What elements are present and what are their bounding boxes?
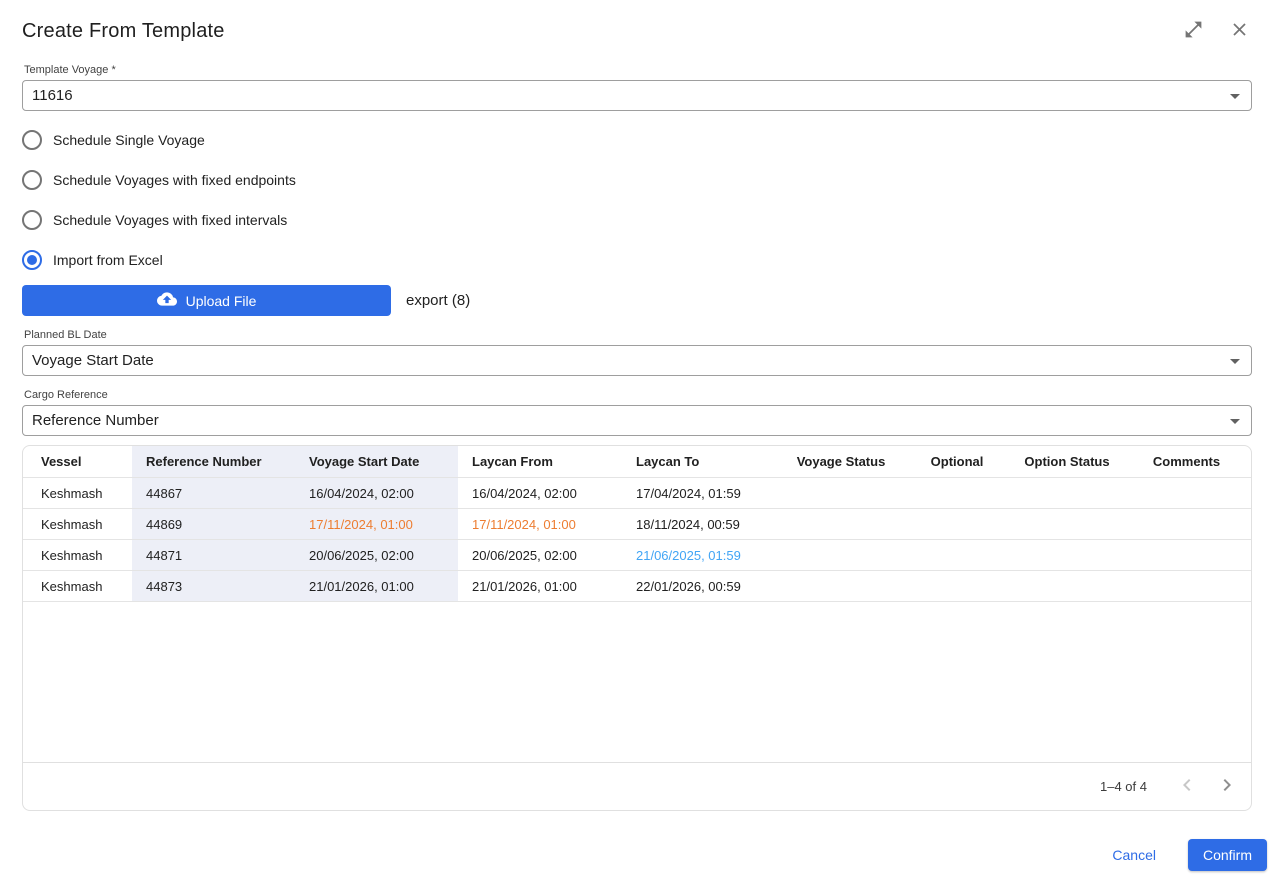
chevron-down-icon: [1230, 94, 1240, 99]
header-actions: [1180, 18, 1252, 44]
cell-vessel: Keshmash: [23, 571, 132, 601]
cell-laycan-from: 17/11/2024, 01:00: [458, 509, 622, 539]
confirm-button[interactable]: Confirm: [1188, 839, 1267, 871]
chevron-down-icon: [1230, 419, 1240, 424]
radio-icon: [22, 130, 42, 150]
radio-schedule-single-voyage[interactable]: Schedule Single Voyage: [22, 120, 1252, 160]
cell-reference-number: 44873: [132, 571, 295, 601]
cell-laycan-to: 21/06/2025, 01:59: [622, 540, 780, 570]
radio-label: Import from Excel: [53, 252, 163, 268]
cell-reference-number: 44869: [132, 509, 295, 539]
schedule-mode-radio-group: Schedule Single Voyage Schedule Voyages …: [22, 120, 1252, 280]
cell-optional: [902, 540, 1012, 570]
cell-comments: [1122, 540, 1251, 570]
table-row[interactable]: Keshmash 44869 17/11/2024, 01:00 17/11/2…: [23, 509, 1251, 540]
cell-reference-number: 44871: [132, 540, 295, 570]
radio-label: Schedule Voyages with fixed intervals: [53, 212, 287, 228]
cell-reference-number: 44867: [132, 478, 295, 508]
cell-option-status: [1012, 478, 1122, 508]
dialog-footer: Cancel Confirm: [22, 839, 1267, 871]
cell-voyage-start-date: 21/01/2026, 01:00: [295, 571, 458, 601]
template-voyage-value: 11616: [32, 87, 73, 104]
chevron-down-icon: [1230, 359, 1240, 364]
cargo-reference-value: Reference Number: [32, 412, 159, 429]
chevron-left-icon: [1175, 773, 1199, 800]
cell-laycan-from: 20/06/2025, 02:00: [458, 540, 622, 570]
planned-bl-date-label: Planned BL Date: [24, 329, 1252, 341]
cell-comments: [1122, 509, 1251, 539]
cell-option-status: [1012, 540, 1122, 570]
cargo-reference-select[interactable]: Reference Number: [22, 405, 1252, 436]
column-header-voyage-status[interactable]: Voyage Status: [780, 446, 902, 477]
pagination-range-label: 1–4 of 4: [1100, 779, 1147, 794]
radio-schedule-fixed-endpoints[interactable]: Schedule Voyages with fixed endpoints: [22, 160, 1252, 200]
table-row[interactable]: Keshmash 44867 16/04/2024, 02:00 16/04/2…: [23, 478, 1251, 509]
cell-optional: [902, 509, 1012, 539]
column-header-option-status[interactable]: Option Status: [1012, 446, 1122, 477]
radio-import-from-excel[interactable]: Import from Excel: [22, 240, 1252, 280]
table-row[interactable]: Keshmash 44871 20/06/2025, 02:00 20/06/2…: [23, 540, 1251, 571]
close-button[interactable]: [1226, 18, 1252, 44]
close-icon: [1229, 19, 1250, 43]
cell-voyage-status: [780, 478, 902, 508]
chevron-right-icon: [1215, 773, 1239, 800]
cell-laycan-to: 22/01/2026, 00:59: [622, 571, 780, 601]
table-row[interactable]: Keshmash 44873 21/01/2026, 01:00 21/01/2…: [23, 571, 1251, 602]
pagination-next-button[interactable]: [1213, 773, 1241, 801]
cargo-reference-label: Cargo Reference: [24, 389, 1252, 401]
column-header-laycan-from[interactable]: Laycan From: [458, 446, 622, 477]
expand-button[interactable]: [1180, 18, 1206, 44]
cell-vessel: Keshmash: [23, 509, 132, 539]
expand-icon: [1183, 19, 1204, 43]
column-header-laycan-to[interactable]: Laycan To: [622, 446, 780, 477]
upload-file-button[interactable]: Upload File: [22, 285, 391, 316]
export-filename-text: export (8): [406, 292, 470, 309]
radio-icon: [22, 170, 42, 190]
template-voyage-select[interactable]: 11616: [22, 80, 1252, 111]
pagination-prev-button[interactable]: [1173, 773, 1201, 801]
create-from-template-dialog: Create From Template Template Voyage * 1…: [0, 0, 1274, 886]
radio-label: Schedule Voyages with fixed endpoints: [53, 172, 296, 188]
column-header-voyage-start-date[interactable]: Voyage Start Date: [295, 446, 458, 477]
cell-option-status: [1012, 509, 1122, 539]
cell-voyage-start-date: 20/06/2025, 02:00: [295, 540, 458, 570]
cell-voyage-start-date: 16/04/2024, 02:00: [295, 478, 458, 508]
voyages-table: Vessel Reference Number Voyage Start Dat…: [22, 445, 1252, 811]
template-voyage-label: Template Voyage *: [24, 64, 1252, 76]
planned-bl-date-select[interactable]: Voyage Start Date: [22, 345, 1252, 376]
page-title: Create From Template: [22, 20, 225, 43]
upload-row: Upload File export (8): [22, 285, 1252, 316]
column-header-vessel[interactable]: Vessel: [23, 446, 132, 477]
radio-icon: [22, 210, 42, 230]
cell-laycan-to: 17/04/2024, 01:59: [622, 478, 780, 508]
cell-option-status: [1012, 571, 1122, 601]
radio-label: Schedule Single Voyage: [53, 132, 205, 148]
cloud-upload-icon: [157, 289, 177, 312]
cell-laycan-from: 16/04/2024, 02:00: [458, 478, 622, 508]
cell-voyage-status: [780, 540, 902, 570]
table-header-row: Vessel Reference Number Voyage Start Dat…: [23, 446, 1251, 478]
cancel-button[interactable]: Cancel: [1106, 843, 1162, 867]
cell-optional: [902, 571, 1012, 601]
planned-bl-date-value: Voyage Start Date: [32, 352, 154, 369]
table-empty-area: [23, 602, 1251, 762]
cell-comments: [1122, 478, 1251, 508]
dialog-header: Create From Template: [22, 16, 1252, 46]
radio-schedule-fixed-intervals[interactable]: Schedule Voyages with fixed intervals: [22, 200, 1252, 240]
table-pagination: 1–4 of 4: [23, 762, 1251, 810]
column-header-reference-number[interactable]: Reference Number: [132, 446, 295, 477]
radio-icon: [22, 250, 42, 270]
cell-voyage-start-date: 17/11/2024, 01:00: [295, 509, 458, 539]
upload-file-label: Upload File: [186, 293, 257, 309]
cell-optional: [902, 478, 1012, 508]
cell-voyage-status: [780, 509, 902, 539]
cell-laycan-from: 21/01/2026, 01:00: [458, 571, 622, 601]
column-header-optional[interactable]: Optional: [902, 446, 1012, 477]
cell-vessel: Keshmash: [23, 478, 132, 508]
cell-comments: [1122, 571, 1251, 601]
cell-voyage-status: [780, 571, 902, 601]
cell-vessel: Keshmash: [23, 540, 132, 570]
cell-laycan-to: 18/11/2024, 00:59: [622, 509, 780, 539]
column-header-comments[interactable]: Comments: [1122, 446, 1251, 477]
